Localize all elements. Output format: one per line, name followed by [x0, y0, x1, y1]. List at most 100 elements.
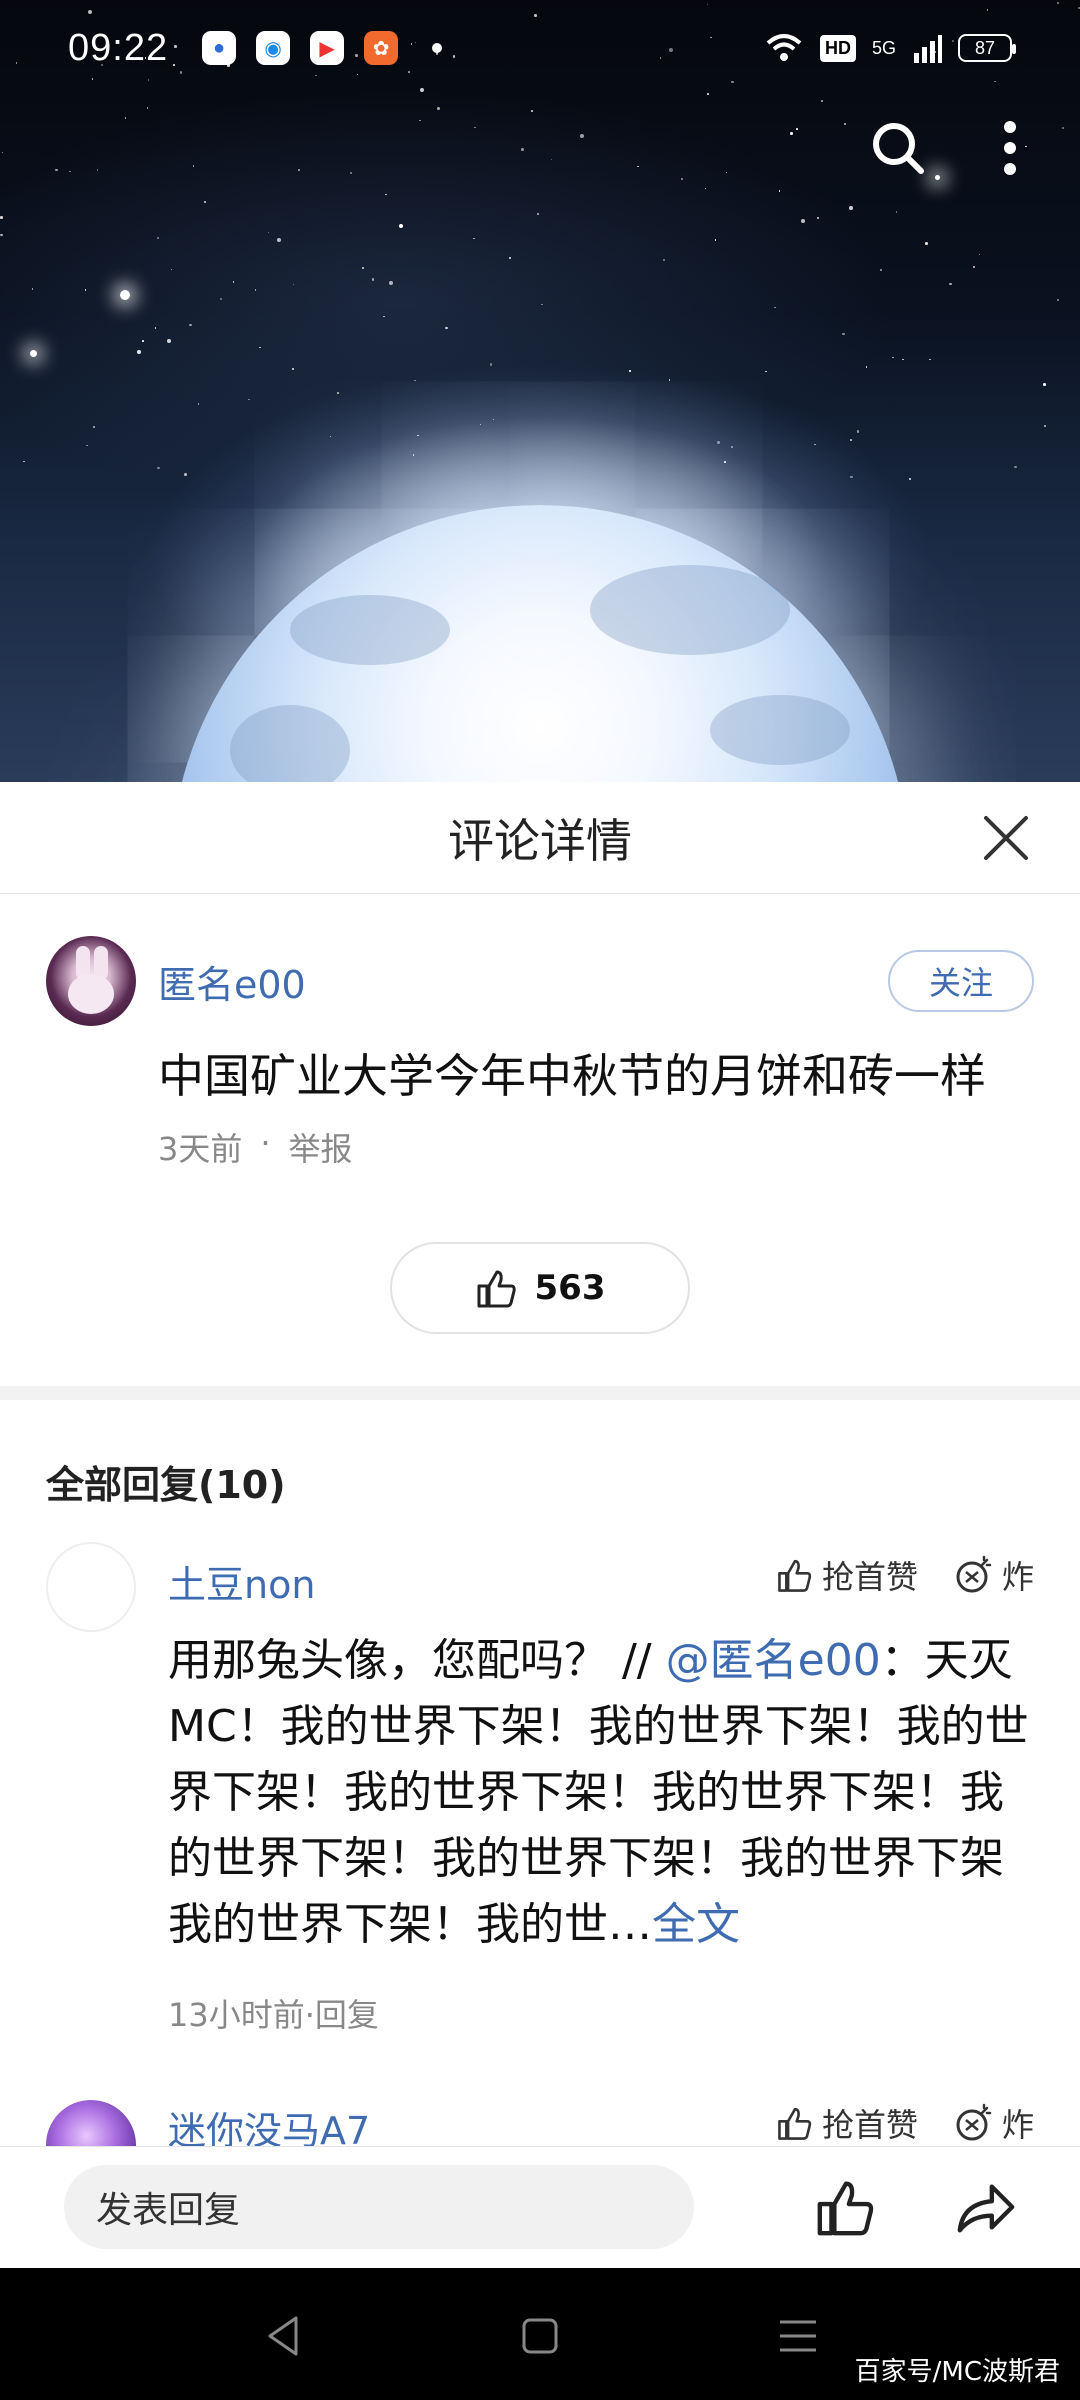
star [717, 441, 720, 444]
reply-text: 用那兔头像，您配吗？ // @匿名e00：天灭MC！我的世界下架！我的世界下架！… [168, 1628, 1038, 1958]
star [124, 117, 127, 119]
star [474, 126, 476, 129]
star [437, 107, 440, 110]
first-like-label: 抢首赞 [821, 1558, 918, 1596]
full-text-link[interactable]: 全文 [652, 1899, 740, 1950]
star [908, 477, 912, 480]
star [298, 169, 300, 171]
reply-author[interactable]: 迷你没马A7 [168, 2100, 370, 2146]
star [856, 430, 860, 433]
menu-nav-icon[interactable] [770, 2308, 826, 2364]
comment-meta: 3天前 · 举报 [158, 1124, 1034, 1170]
star [414, 379, 416, 382]
star [892, 356, 894, 359]
network-label: 5G [871, 38, 896, 58]
comment-author[interactable]: 匿名e00 [158, 954, 306, 1009]
bomb-button[interactable]: 炸 [954, 1552, 1034, 1598]
follow-button[interactable]: 关注 [888, 950, 1034, 1012]
meta-separator: · [260, 1124, 271, 1162]
star [579, 133, 584, 138]
avatar[interactable] [46, 2100, 136, 2146]
star [902, 358, 904, 361]
star [248, 398, 250, 401]
first-like-label: 抢首赞 [821, 2106, 918, 2144]
star [550, 158, 553, 161]
hd-badge: HD [819, 34, 856, 62]
replies-header: 全部回复(10) [46, 1463, 286, 1507]
star [850, 475, 853, 479]
reply-meta[interactable]: 13小时前·回复 [168, 1990, 379, 2036]
star [821, 100, 823, 102]
back-nav-icon[interactable] [256, 2308, 312, 2364]
more-icon[interactable] [980, 118, 1040, 178]
star [865, 366, 868, 368]
like-button[interactable]: 563 [390, 1242, 690, 1334]
system-nav-bar: 百家号/MC波斯君 [0, 2268, 1080, 2400]
star [814, 443, 816, 446]
star [398, 224, 403, 229]
comment-detail-sheet: 评论详情 匿名e00 关注 中国矿业大学今年中秋节的月饼和砖一样 3天前 · 举… [0, 782, 1080, 2146]
star [541, 303, 543, 306]
photo-app-icon: ✿ [364, 31, 399, 65]
avatar[interactable] [46, 936, 136, 1026]
star [291, 367, 295, 371]
star [663, 259, 665, 261]
star [849, 205, 854, 210]
sheet-title: 评论详情 [448, 813, 632, 868]
status-app-icons: ● ◉ ▶ ✿ [202, 31, 443, 65]
star [86, 444, 88, 447]
star [192, 165, 195, 167]
avatar[interactable] [46, 1542, 136, 1632]
search-icon[interactable] [868, 118, 928, 178]
star [778, 190, 781, 192]
bright-star [30, 350, 37, 357]
report-link[interactable]: 举报 [289, 1124, 353, 1170]
status-bar: 09:22 ● ◉ ▶ ✿ HD 5G 87 [0, 0, 1080, 96]
notification-dot [432, 43, 443, 53]
star [157, 237, 159, 239]
star [489, 363, 493, 366]
close-icon[interactable] [978, 810, 1034, 866]
star [154, 327, 157, 329]
star [329, 435, 332, 438]
thumbs-up-icon [477, 1270, 516, 1308]
browser-app-icon: ◉ [256, 31, 291, 65]
star [419, 119, 421, 122]
star [31, 288, 34, 290]
thumbs-up-icon[interactable] [814, 2175, 878, 2239]
star [880, 269, 882, 271]
star [84, 289, 87, 291]
bomb-button[interactable]: 炸 [954, 2100, 1034, 2146]
star [0, 216, 3, 219]
star [1, 151, 4, 154]
star [337, 392, 339, 394]
star [371, 278, 375, 281]
reply-item: 迷你没马A7 抢首赞 炸 [0, 2100, 1080, 2146]
star [629, 370, 631, 372]
star [385, 193, 387, 196]
star [292, 283, 295, 286]
reply-input[interactable]: 发表回复 [64, 2165, 694, 2249]
star [412, 454, 415, 456]
reply-text-prefix: 用那兔头像，您配吗？ // [168, 1635, 666, 1686]
star [531, 110, 533, 112]
star [0, 233, 3, 237]
section-divider [0, 1386, 1080, 1400]
star [142, 340, 144, 342]
star [277, 238, 282, 243]
battery-indicator: 87 [958, 34, 1016, 62]
first-like-button[interactable]: 抢首赞 [776, 1552, 918, 1598]
star [850, 439, 852, 441]
star [1044, 425, 1046, 427]
star [55, 168, 58, 172]
star [184, 473, 187, 476]
mention-link[interactable]: @匿名e00 [666, 1635, 881, 1686]
star [137, 349, 142, 354]
home-nav-icon[interactable] [512, 2308, 568, 2364]
star [267, 231, 270, 234]
star [816, 216, 820, 220]
share-icon[interactable] [954, 2175, 1018, 2239]
first-like-button[interactable]: 抢首赞 [776, 2100, 918, 2146]
reply-author[interactable]: 土豆non [168, 1554, 315, 1609]
star [23, 460, 25, 463]
